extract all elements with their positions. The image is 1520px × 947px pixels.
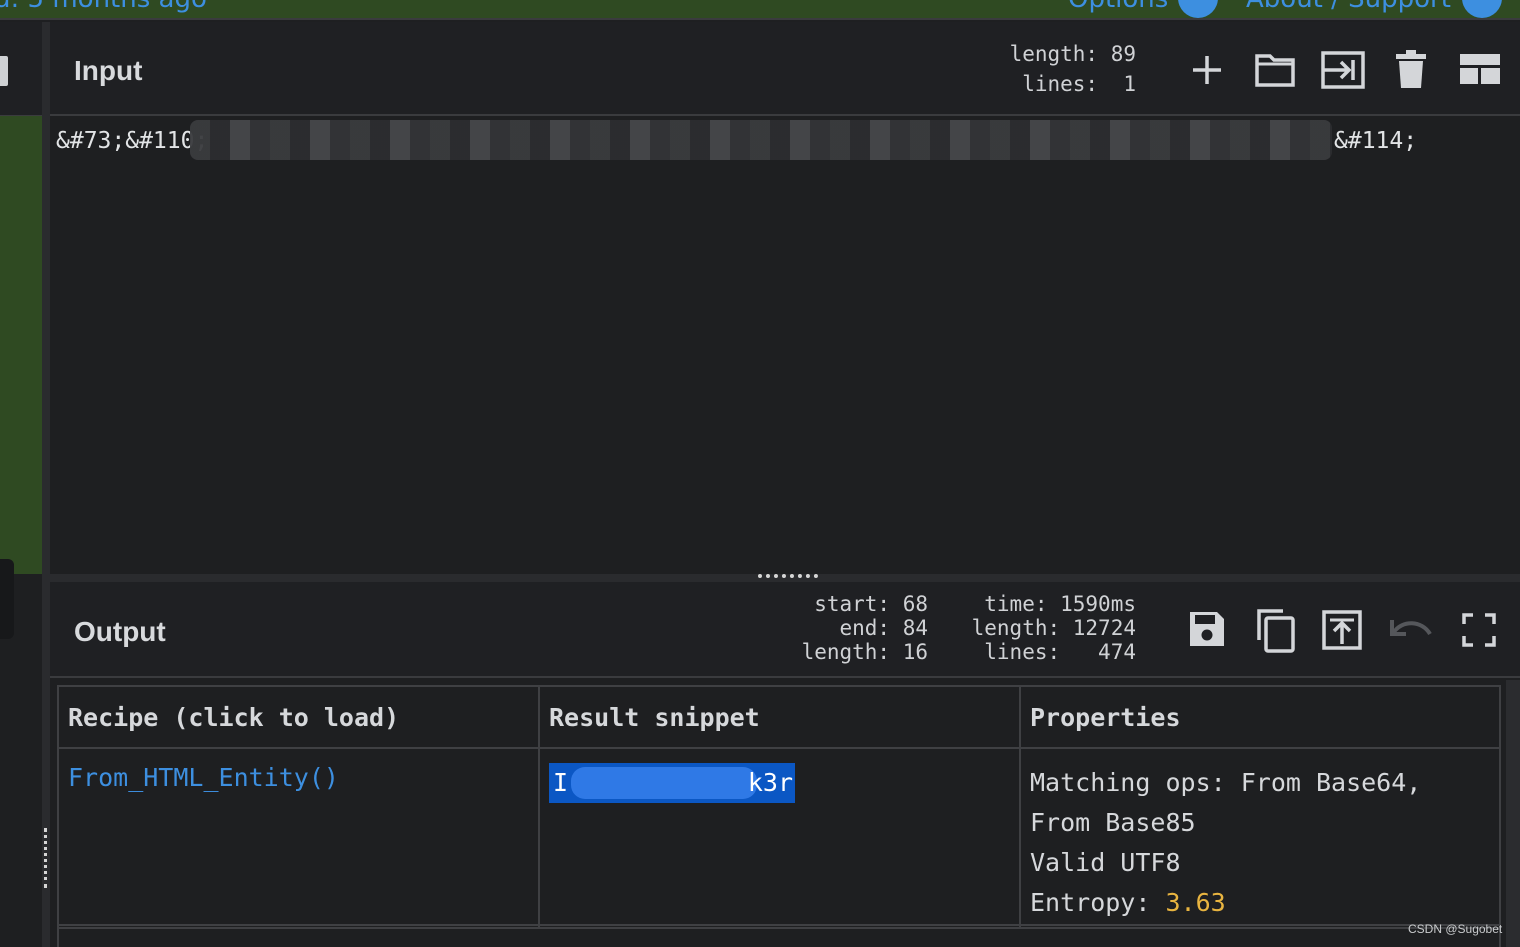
bake-area	[0, 116, 42, 639]
undo-icon	[1390, 616, 1434, 644]
splitter-grip[interactable]	[44, 828, 47, 888]
snippet-end: k3r	[747, 768, 793, 797]
recipe-link[interactable]: From_HTML_Entity()	[68, 763, 339, 792]
snippet-start: I	[553, 768, 569, 797]
copy-icon[interactable]	[1254, 607, 1296, 653]
options-link[interactable]: Options	[1068, 0, 1168, 14]
fullscreen-icon[interactable]	[1462, 613, 1496, 647]
table-row-next	[57, 924, 1501, 947]
splitter-grip-horizontal[interactable]	[758, 574, 818, 578]
redacted-snippet	[571, 767, 757, 799]
matching-ops: Matching ops: From Base64,	[1030, 768, 1422, 797]
selection-stats: start: 68 end: 84 length: 16	[801, 592, 928, 664]
input-text-start: &#73;&#110;	[56, 128, 209, 154]
table-row: From_HTML_Entity() I k3r Matching ops: F…	[57, 747, 1501, 929]
input-stats: length: 89 lines: 1	[1009, 42, 1136, 96]
watermark: CSDN @Sugobet	[1408, 922, 1503, 936]
recipe-pane-edge	[0, 22, 42, 947]
result-snippet: I k3r	[549, 763, 795, 803]
top-banner: d: 5 months ago Options About / Support	[0, 0, 1520, 20]
output-stats: time: 1590ms length: 12724 lines: 474	[971, 592, 1136, 664]
horizontal-splitter[interactable]	[50, 574, 1520, 582]
add-icon[interactable]	[1190, 53, 1224, 87]
recipe-cell: From_HTML_Entity()	[57, 747, 540, 929]
layout-icon[interactable]	[1460, 54, 1500, 84]
open-input-icon[interactable]	[1320, 50, 1366, 90]
input-title: Input	[74, 55, 143, 86]
bake-button[interactable]	[0, 559, 14, 639]
input-header: Input length: 89 lines: 1	[50, 22, 1520, 116]
help-icon[interactable]	[1462, 0, 1502, 18]
save-icon[interactable]	[1188, 610, 1226, 648]
matching-ops-cont: From Base85	[1030, 808, 1196, 837]
output-title: Output	[74, 616, 166, 647]
recipe-toolbar	[0, 22, 42, 116]
last-updated-link[interactable]: d: 5 months ago	[0, 0, 207, 14]
about-support-link[interactable]: About / Support	[1246, 0, 1451, 14]
gear-icon[interactable]	[1178, 0, 1218, 18]
replace-input-icon[interactable]	[1322, 610, 1362, 650]
valid-utf8: Valid UTF8	[1030, 848, 1181, 877]
header-result-snippet: Result snippet	[538, 685, 1021, 749]
properties-cell: Matching ops: From Base64, From Base85 V…	[1019, 747, 1501, 929]
redacted-region	[190, 120, 1332, 160]
magic-results-table: Recipe (click to load) Result snippet Pr…	[57, 685, 1501, 929]
output-area: Recipe (click to load) Result snippet Pr…	[50, 680, 1520, 947]
folder-icon[interactable]	[1254, 52, 1296, 88]
vertical-splitter[interactable]	[42, 22, 50, 947]
header-properties: Properties	[1019, 685, 1501, 749]
entropy-line: Entropy: 3.63	[1030, 883, 1490, 923]
output-header: Output start: 68 end: 84 length: 16 time…	[50, 582, 1520, 678]
header-recipe: Recipe (click to load)	[57, 685, 540, 749]
trash-icon[interactable]	[1396, 49, 1426, 89]
snippet-cell: I k3r	[538, 747, 1021, 929]
input-text-end: &#114;	[1334, 128, 1418, 154]
input-textarea[interactable]: &#73;&#110; &#114;	[50, 116, 1520, 574]
entropy-value: 3.63	[1165, 888, 1226, 917]
table-header-row: Recipe (click to load) Result snippet Pr…	[57, 685, 1501, 749]
entropy-label: Entropy:	[1030, 888, 1166, 917]
output-scrollbar[interactable]	[1506, 680, 1520, 947]
recipe-trash-icon[interactable]	[0, 56, 8, 86]
